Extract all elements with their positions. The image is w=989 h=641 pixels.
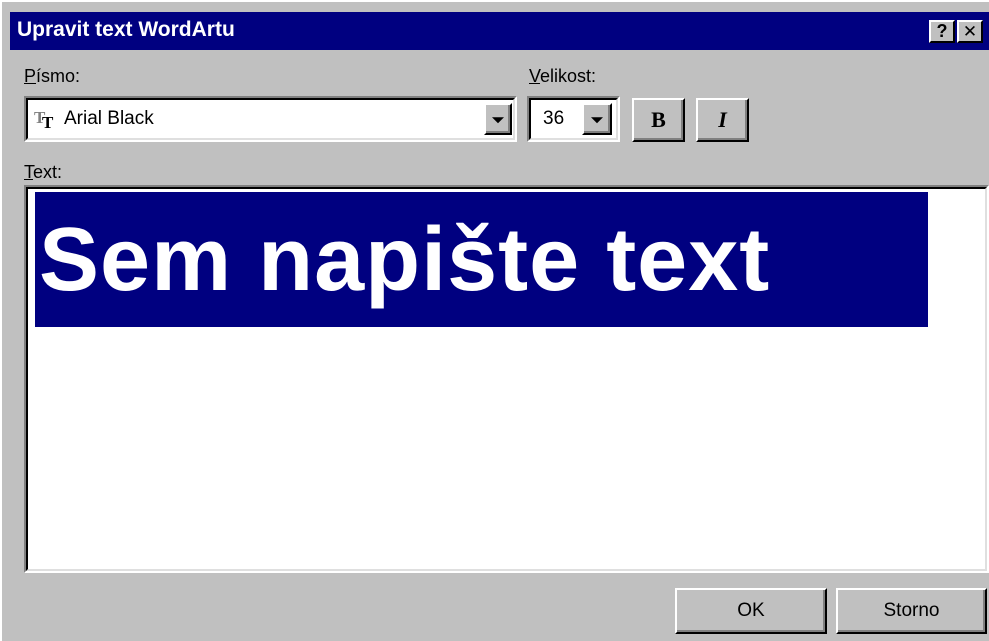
selected-text-highlight[interactable]: Sem napište text bbox=[35, 192, 928, 327]
truetype-font-icon: T T bbox=[34, 107, 60, 132]
size-combobox[interactable]: 36 bbox=[527, 96, 620, 142]
italic-icon: I bbox=[718, 107, 727, 132]
window-title: Upravit text WordArtu bbox=[17, 18, 235, 41]
ok-button[interactable]: OK bbox=[675, 588, 827, 634]
font-dropdown-button[interactable] bbox=[484, 103, 512, 135]
font-label: Písmo: bbox=[24, 66, 81, 86]
font-combobox[interactable]: T T Arial Black bbox=[24, 96, 517, 142]
close-icon: ✕ bbox=[962, 22, 978, 41]
size-value: 36 bbox=[543, 108, 565, 129]
close-button[interactable]: ✕ bbox=[957, 20, 983, 43]
cancel-button-label: Storno bbox=[883, 600, 940, 621]
wordart-dialog: Upravit text WordArtu ? ✕ Písmo: T T Ari… bbox=[0, 0, 989, 641]
size-label: Velikost: bbox=[529, 66, 597, 86]
size-dropdown-button[interactable] bbox=[582, 103, 612, 135]
font-value: Arial Black bbox=[64, 108, 154, 129]
italic-button[interactable]: I bbox=[696, 98, 749, 142]
help-button[interactable]: ? bbox=[929, 20, 955, 43]
cancel-button[interactable]: Storno bbox=[836, 588, 987, 634]
chevron-down-icon bbox=[492, 117, 504, 124]
text-label: Text: bbox=[24, 162, 63, 182]
ok-button-label: OK bbox=[737, 600, 765, 621]
svg-text:T: T bbox=[42, 113, 54, 129]
text-content: Sem napište text bbox=[39, 210, 771, 310]
help-icon: ? bbox=[936, 21, 948, 41]
bold-icon: B bbox=[651, 107, 666, 132]
title-bar[interactable]: Upravit text WordArtu ? ✕ bbox=[10, 12, 989, 50]
chevron-down-icon bbox=[591, 117, 603, 124]
bold-button[interactable]: B bbox=[632, 98, 685, 142]
